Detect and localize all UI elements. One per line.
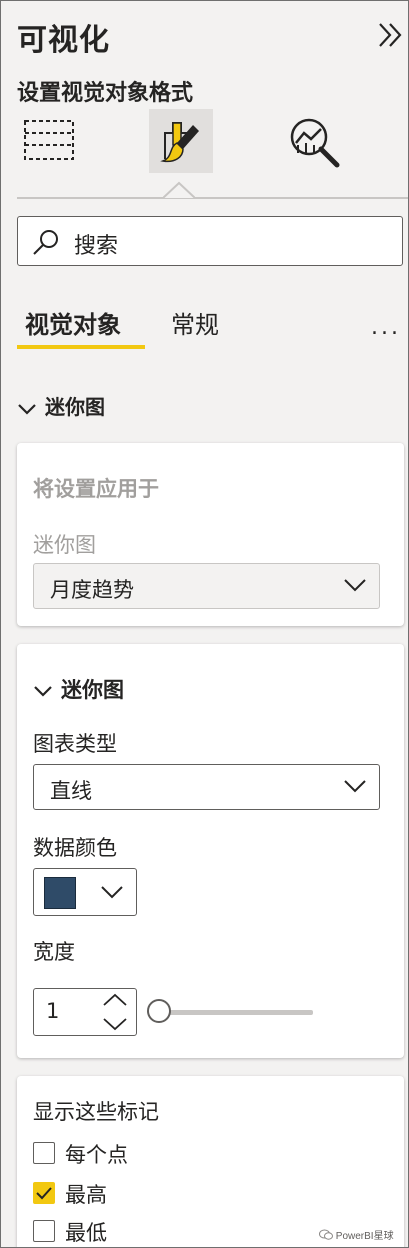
double-chevron-right-icon <box>379 23 402 47</box>
checkbox[interactable] <box>33 1220 55 1242</box>
chevron-down-icon <box>344 780 366 793</box>
search-input[interactable]: 搜索 <box>17 216 403 266</box>
chart-type-label: 图表类型 <box>33 732 117 756</box>
format-paintbrush-icon <box>160 122 199 163</box>
checkmark-icon <box>36 1187 52 1200</box>
chevron-up-icon[interactable] <box>102 992 128 1008</box>
tab-general[interactable]: 常规 <box>171 305 219 340</box>
width-slider-thumb[interactable] <box>147 999 171 1023</box>
chart-type-value: 直线 <box>50 779 92 803</box>
data-color-picker[interactable] <box>33 868 137 916</box>
sparkline-settings-card: 迷你图 图表类型 直线 数据颜色 宽度 1 <box>17 644 404 1058</box>
active-tab-indicator <box>17 345 145 349</box>
chart-type-dropdown[interactable]: 直线 <box>33 764 380 810</box>
tab-visual[interactable]: 视觉对象 <box>25 305 121 340</box>
sparkline-subsection-title: 迷你图 <box>61 678 124 702</box>
chevron-down-icon <box>101 886 123 899</box>
search-icon <box>33 230 58 255</box>
sparkline-subsection-header[interactable]: 迷你图 <box>33 674 124 704</box>
watermark-text: PowerBI星球 <box>335 1231 394 1242</box>
checkbox[interactable] <box>33 1142 55 1164</box>
checkbox-label: 每个点 <box>65 1143 128 1167</box>
selected-tab-pointer <box>163 181 195 199</box>
markers-card: 显示这些标记 每个点 最高 最低 <box>17 1076 404 1247</box>
chevron-down-icon <box>18 403 36 415</box>
apply-settings-card: 将设置应用于 迷你图 月度趋势 <box>17 443 404 626</box>
chevron-down-icon[interactable] <box>102 1016 128 1032</box>
data-color-label: 数据颜色 <box>33 836 117 860</box>
apply-to-dropdown[interactable]: 月度趋势 <box>33 563 380 609</box>
pane-subtitle: 设置视觉对象格式 <box>17 81 194 106</box>
build-visual-tab[interactable] <box>15 109 79 173</box>
checkbox-label: 最低 <box>65 1221 107 1245</box>
pane-title: 可视化 <box>17 23 110 58</box>
collapse-pane-button[interactable] <box>377 19 405 51</box>
format-visual-tab[interactable] <box>149 109 213 173</box>
analytics-tab[interactable] <box>281 109 345 173</box>
wechat-icon <box>319 1229 333 1240</box>
chevron-down-icon <box>344 579 366 592</box>
color-swatch <box>44 877 76 909</box>
checkbox-label: 最高 <box>65 1183 107 1207</box>
tab-divider <box>17 197 408 199</box>
markers-heading: 显示这些标记 <box>33 1100 159 1124</box>
section-header-sparkline[interactable]: 迷你图 <box>17 391 105 420</box>
search-placeholder: 搜索 <box>74 234 119 259</box>
chevron-down-icon <box>34 686 52 697</box>
section-title: 迷你图 <box>45 395 105 419</box>
checkbox[interactable] <box>33 1182 55 1204</box>
apply-field-label: 迷你图 <box>33 533 96 557</box>
width-slider-track[interactable] <box>161 1010 313 1015</box>
build-visual-icon <box>24 120 74 160</box>
width-value: 1 <box>46 999 60 1023</box>
analytics-magnifier-icon <box>290 118 340 168</box>
width-stepper[interactable]: 1 <box>33 988 137 1036</box>
watermark: PowerBI星球 <box>319 1227 394 1242</box>
visualizations-pane: 可视化 设置视觉对象格式 搜索 视觉对象 常规 ... 迷你图 将设置应用于 迷… <box>0 0 409 1248</box>
apply-to-value: 月度趋势 <box>50 578 134 602</box>
more-options-button[interactable]: ... <box>371 315 401 340</box>
apply-settings-heading: 将设置应用于 <box>33 477 159 501</box>
width-label: 宽度 <box>33 940 75 964</box>
